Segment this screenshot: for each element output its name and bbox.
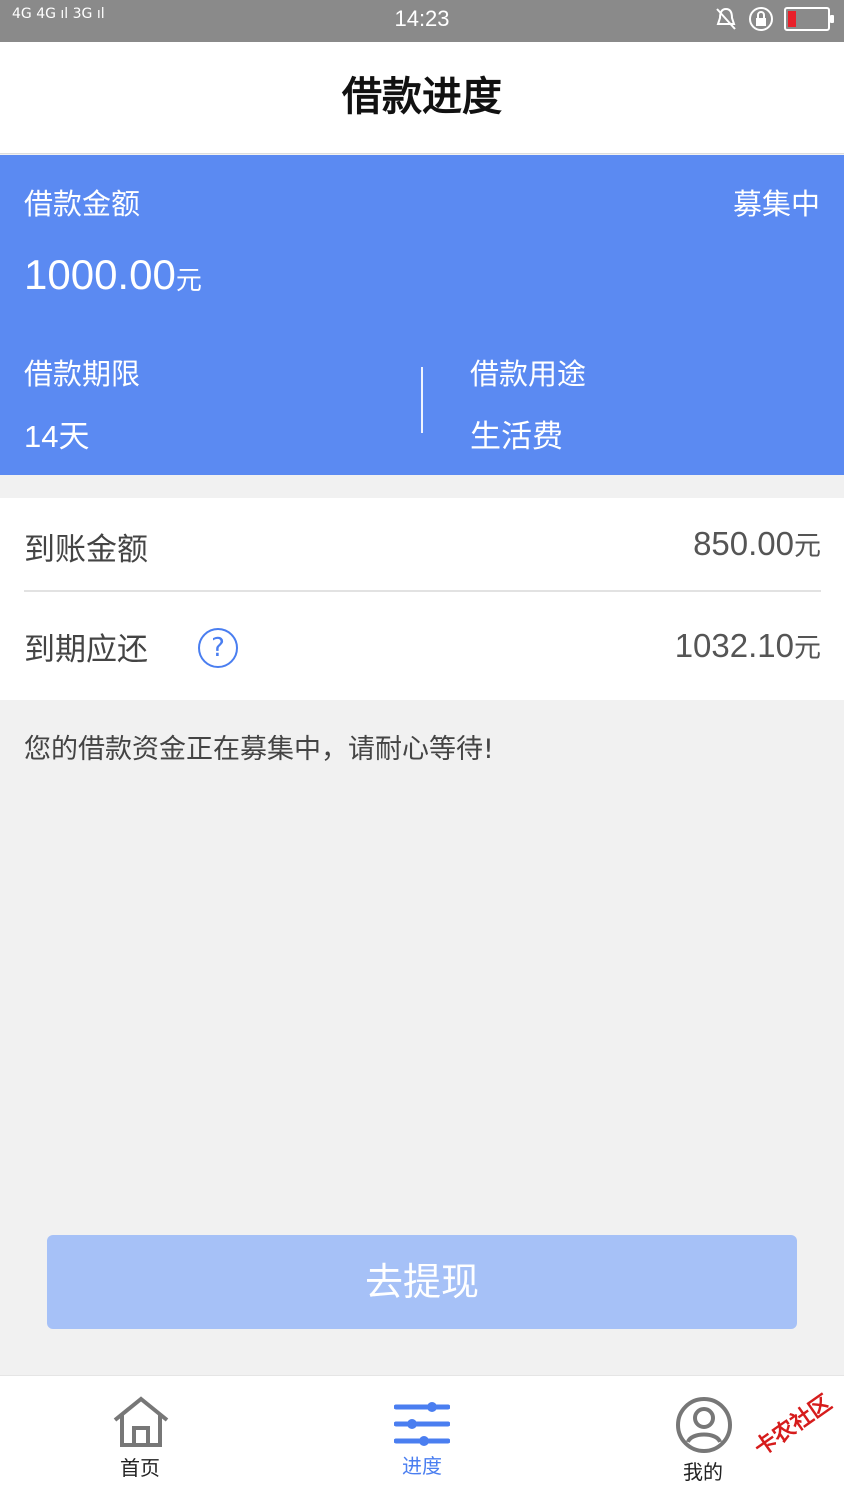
- due-unit: 元: [794, 633, 821, 663]
- received-amount-row: 到账金额 850.00元: [24, 498, 821, 590]
- battery-icon: [784, 7, 834, 31]
- sliders-icon: [394, 1402, 450, 1446]
- home-icon: [113, 1396, 169, 1447]
- user-circle-icon: [676, 1397, 732, 1453]
- tab-home-label: 首页: [120, 1456, 160, 1480]
- row-divider: [24, 590, 821, 592]
- funding-notice: 您的借款资金正在募集中，请耐心等待!: [24, 734, 494, 765]
- tab-mine-label: 我的: [683, 1460, 723, 1484]
- page-title: 借款进度: [342, 73, 502, 120]
- card-divider: [421, 367, 423, 433]
- tab-progress-label: 进度: [402, 1454, 442, 1478]
- title-bar: 借款进度: [0, 42, 844, 154]
- term-label: 借款期限: [24, 357, 141, 391]
- bottom-tab-bar: 首页 进度 我的: [0, 1375, 844, 1500]
- loan-details: 到账金额 850.00元 到期应还 ? 1032.10元: [0, 498, 844, 700]
- due-amount-row: 到期应还 ? 1032.10元: [24, 598, 821, 690]
- amount-label: 借款金额: [24, 187, 141, 221]
- withdraw-button[interactable]: 去提现: [47, 1235, 797, 1329]
- received-value: 850.00: [693, 525, 794, 562]
- received-label: 到账金额: [24, 532, 148, 568]
- purpose-value: 生活费: [470, 419, 563, 455]
- status-badge: 募集中: [732, 187, 820, 221]
- received-unit: 元: [794, 531, 821, 561]
- status-bar: 4G 4G ıl 3G ıl 14:23: [0, 0, 844, 42]
- tab-progress[interactable]: 进度: [322, 1376, 522, 1500]
- loan-amount-unit: 元: [175, 265, 202, 295]
- tab-home[interactable]: 首页: [40, 1376, 240, 1500]
- due-value: 1032.10: [674, 627, 794, 664]
- received-amount: 850.00元: [693, 524, 821, 563]
- status-icons: [714, 6, 834, 32]
- loan-amount: 1000.00元: [24, 251, 202, 299]
- lock-rotation-icon: [749, 7, 773, 31]
- mute-bell-icon: [716, 7, 736, 30]
- loan-amount-value: 1000.00: [24, 251, 176, 298]
- due-amount: 1032.10元: [675, 626, 821, 665]
- due-label: 到期应还: [24, 632, 148, 668]
- loan-summary-card: 借款金额 募集中 1000.00元 借款期限 14天 借款用途 生活费: [0, 155, 844, 475]
- purpose-label: 借款用途: [470, 357, 587, 391]
- term-value: 14天: [24, 419, 90, 454]
- question-circle-icon[interactable]: ?: [198, 628, 238, 668]
